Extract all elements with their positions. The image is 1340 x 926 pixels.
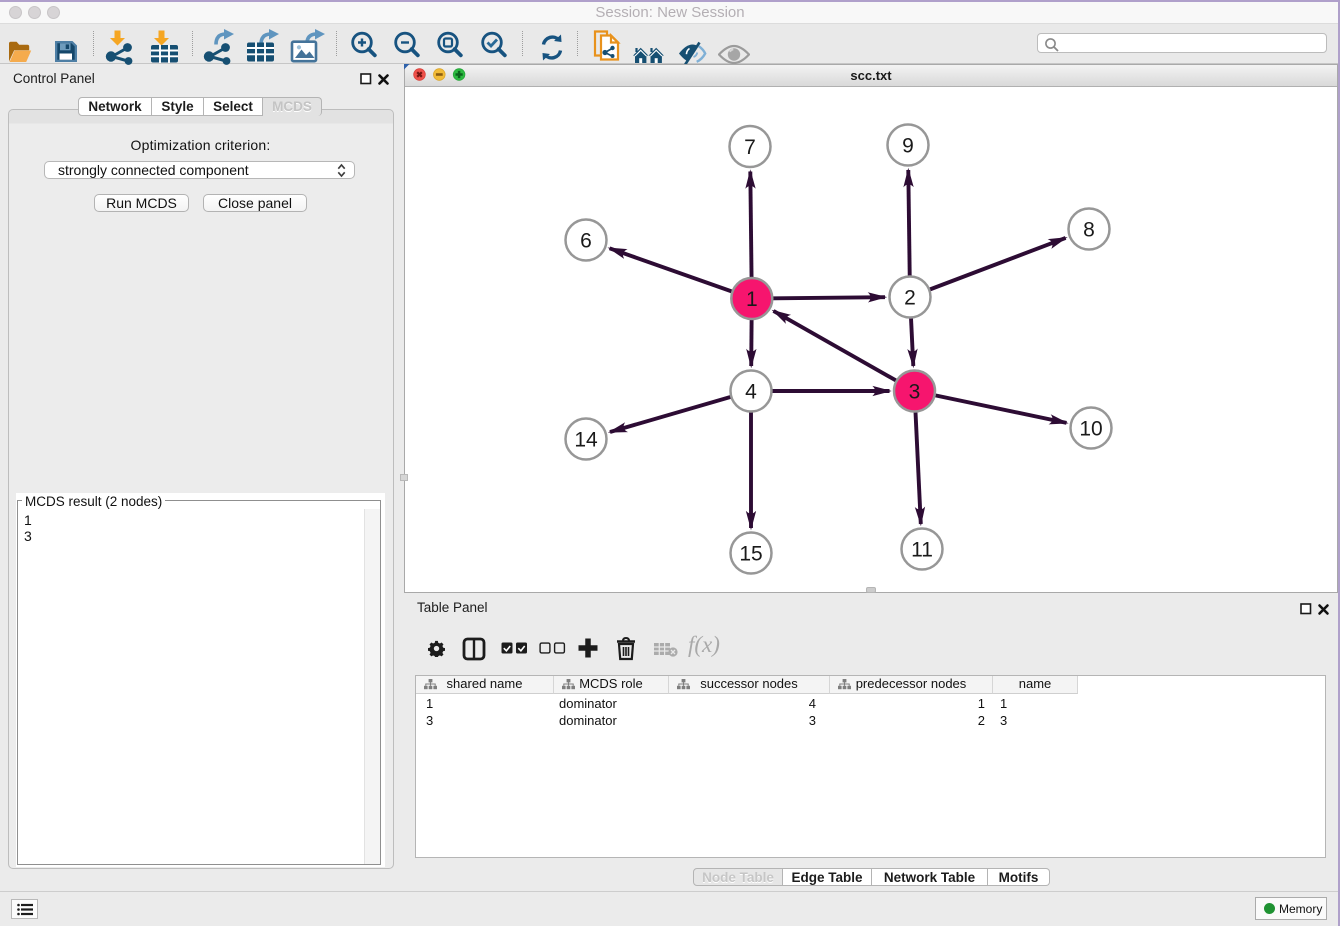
svg-text:2: 2	[904, 287, 916, 310]
svg-text:1: 1	[746, 288, 758, 311]
svg-text:6: 6	[580, 230, 592, 253]
svg-text:8: 8	[1083, 219, 1095, 242]
svg-text:14: 14	[574, 429, 598, 452]
svg-text:15: 15	[739, 543, 762, 566]
svg-text:11: 11	[911, 539, 933, 562]
svg-text:4: 4	[745, 381, 757, 404]
svg-text:9: 9	[902, 135, 914, 158]
svg-text:3: 3	[909, 381, 921, 404]
svg-text:10: 10	[1079, 418, 1102, 441]
svg-text:7: 7	[744, 136, 756, 159]
